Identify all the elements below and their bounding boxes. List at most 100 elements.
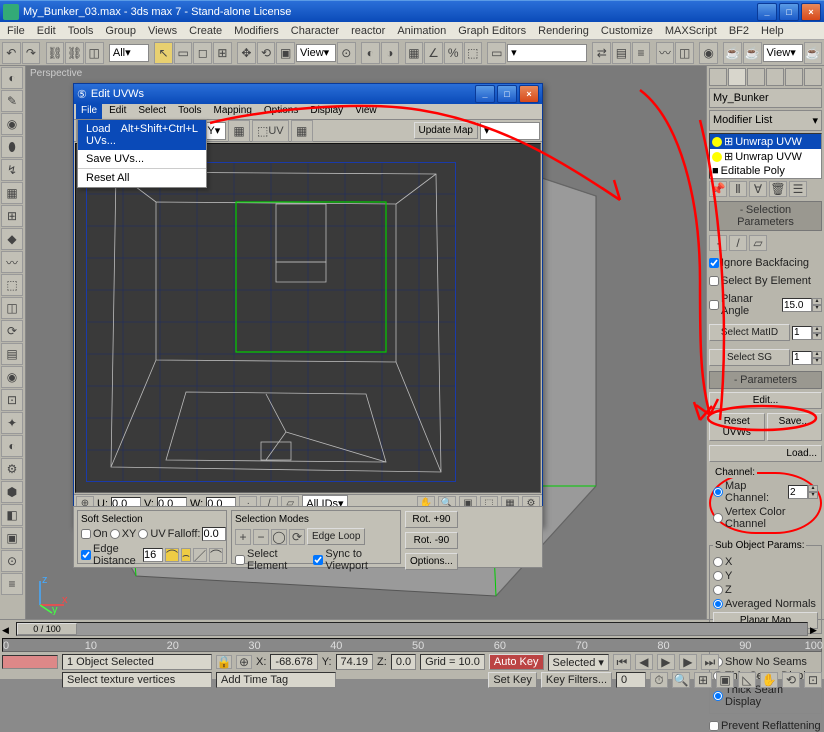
menu-grapheditors[interactable]: Graph Editors <box>453 24 531 38</box>
select-element-check[interactable] <box>235 555 245 565</box>
uv-file-save[interactable]: Save UVs... <box>78 150 206 168</box>
lt-btn-12[interactable]: ▤ <box>1 343 23 365</box>
named-sel-button[interactable]: ▭ <box>487 42 506 64</box>
rollout-parameters[interactable]: - Parameters <box>709 371 822 389</box>
manip-button[interactable]: ◐ <box>361 42 380 64</box>
mirror-button[interactable]: ⇄ <box>592 42 611 64</box>
named-sel-combo[interactable]: ▾ <box>507 44 587 62</box>
lt-btn-10[interactable]: ◫ <box>1 297 23 319</box>
command-panel-tabs[interactable] <box>709 68 822 86</box>
current-time-field[interactable]: 0 <box>616 672 646 688</box>
map-channel-field[interactable] <box>788 485 808 499</box>
menu-reactor[interactable]: reactor <box>346 24 390 38</box>
render-last-button[interactable]: ☕ <box>804 42 823 64</box>
uv-menu-view[interactable]: View <box>350 104 382 119</box>
redo-button[interactable]: ↷ <box>22 42 41 64</box>
modifier-stack[interactable]: ⊞ Unwrap UVW ⊞ Unwrap UVW ■ Editable Pol… <box>709 133 822 179</box>
render-preset[interactable]: View ▾ <box>763 44 803 62</box>
map-channel-radio[interactable] <box>713 487 723 497</box>
goto-start-button[interactable]: ⏮ <box>613 654 631 670</box>
menu-rendering[interactable]: Rendering <box>533 24 594 38</box>
unique-button[interactable]: ∀ <box>749 181 767 197</box>
falloff-shape3-icon[interactable]: ／ <box>193 548 207 562</box>
main-menubar[interactable]: File Edit Tools Group Views Create Modif… <box>0 22 824 40</box>
vertex-color-radio[interactable] <box>713 513 723 523</box>
uv-close-button[interactable]: × <box>519 85 539 103</box>
selmode-loop-icon[interactable]: ⟳ <box>289 529 305 545</box>
lt-btn-13[interactable]: ◉ <box>1 366 23 388</box>
select-sg-button[interactable]: Select SG <box>709 349 790 366</box>
x-radio[interactable] <box>713 557 723 567</box>
material-editor-button[interactable]: ◉ <box>699 42 718 64</box>
unlink-button[interactable]: ⛓ <box>65 42 84 64</box>
pivot-button[interactable]: ⊙ <box>337 42 356 64</box>
pan-button[interactable]: ✋ <box>760 672 778 688</box>
bind-button[interactable]: ◫ <box>85 42 104 64</box>
lt-btn-21[interactable]: ⊙ <box>1 550 23 572</box>
stack-item-unwrap2[interactable]: ⊞ Unwrap UVW <box>710 149 821 164</box>
prevent-reflatten-check[interactable] <box>709 721 719 731</box>
play-button[interactable]: ▶ <box>657 654 675 670</box>
menu-create[interactable]: Create <box>184 24 227 38</box>
menu-views[interactable]: Views <box>143 24 182 38</box>
time-slider[interactable]: 0 / 100 <box>16 622 808 636</box>
lt-btn-14[interactable]: ⊡ <box>1 389 23 411</box>
menu-maxscript[interactable]: MAXScript <box>660 24 722 38</box>
fov-button[interactable]: ◺ <box>738 672 756 688</box>
face-sub-button[interactable]: ▱ <box>749 235 767 251</box>
lt-btn-3[interactable]: ⬮ <box>1 136 23 158</box>
time-ruler[interactable]: 0102030405060708090100 <box>2 638 822 652</box>
zoom-extents-button[interactable]: ▣ <box>716 672 734 688</box>
lt-btn-16[interactable]: ◐ <box>1 435 23 457</box>
object-name-field[interactable] <box>709 88 822 108</box>
lt-btn-2[interactable]: ◉ <box>1 113 23 135</box>
hierarchy-tab[interactable] <box>747 68 765 86</box>
percent-snap-button[interactable]: % <box>444 42 463 64</box>
falloff-shape1-icon[interactable]: ⌒ <box>165 548 179 562</box>
soft-on-check[interactable] <box>81 529 91 539</box>
save-uvws-button[interactable]: Save... <box>767 413 823 441</box>
soft-uv-radio[interactable] <box>138 529 148 539</box>
soft-xy-radio[interactable] <box>110 529 120 539</box>
x-coord-field[interactable]: -68.678 <box>270 654 317 670</box>
uv-menu-edit[interactable]: Edit <box>104 104 131 119</box>
falloff-shape2-icon[interactable]: ⌢ <box>181 548 191 562</box>
vertex-sub-button[interactable]: · <box>709 235 727 251</box>
uv-minimize-button[interactable]: _ <box>475 85 495 103</box>
move-button[interactable]: ✥ <box>237 42 256 64</box>
rot-minus90-button[interactable]: Rot. -90 <box>405 532 458 549</box>
link-button[interactable]: ⛓ <box>46 42 65 64</box>
maximize-vp-button[interactable]: ⊡ <box>804 672 822 688</box>
select-window-button[interactable]: ⊞ <box>213 42 232 64</box>
stack-item-epoly[interactable]: ■ Editable Poly <box>710 164 821 178</box>
prev-frame-button[interactable]: ◀ <box>635 654 653 670</box>
lt-btn-8[interactable]: 〰 <box>1 251 23 273</box>
planar-angle-check[interactable] <box>709 300 719 310</box>
tab-panel-icon[interactable]: ◐ <box>1 67 23 89</box>
y-radio[interactable] <box>713 571 723 581</box>
maximize-button[interactable]: □ <box>779 3 799 21</box>
pin-stack-button[interactable]: 📌 <box>709 181 727 197</box>
lt-btn-4[interactable]: ↯ <box>1 159 23 181</box>
curve-editor-button[interactable]: 〰 <box>656 42 675 64</box>
uv-file-reset[interactable]: Reset All <box>78 168 206 187</box>
snap-button[interactable]: ▦ <box>405 42 424 64</box>
show-result-button[interactable]: Ⅱ <box>729 181 747 197</box>
keymode-combo[interactable]: Selected ▾ <box>548 654 609 671</box>
motion-tab[interactable] <box>766 68 784 86</box>
sg-field[interactable] <box>792 351 812 365</box>
scale-button[interactable]: ▣ <box>276 42 295 64</box>
align-button[interactable]: ▤ <box>612 42 631 64</box>
selmode-minus-icon[interactable]: − <box>253 529 269 545</box>
edge-loop-button[interactable]: Edge Loop <box>307 528 365 545</box>
menu-bf2[interactable]: BF2 <box>724 24 754 38</box>
uv-menu-options[interactable]: Options <box>259 104 303 119</box>
lt-btn-1[interactable]: ✎ <box>1 90 23 112</box>
lt-btn-15[interactable]: ✦ <box>1 412 23 434</box>
rot-plus90-button[interactable]: Rot. +90 <box>405 511 458 528</box>
ignore-backfacing-check[interactable] <box>709 258 719 268</box>
load-uvws-button[interactable]: Load... <box>709 445 822 462</box>
edge-sub-button[interactable]: / <box>729 235 747 251</box>
time-config-button[interactable]: ⏱ <box>650 672 668 688</box>
select-matid-button[interactable]: Select MatID <box>709 324 790 341</box>
